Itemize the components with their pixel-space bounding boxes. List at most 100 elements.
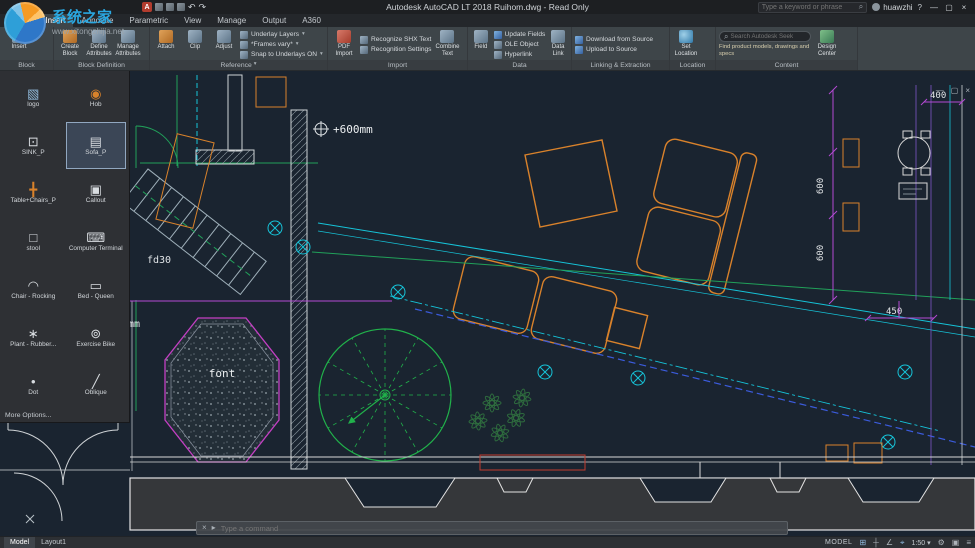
palette-item-stool[interactable]: □ stool (3, 218, 64, 265)
watermark-site-url: www.xitongzhijia.net (52, 26, 125, 36)
field-button[interactable]: Field (471, 29, 491, 60)
annotation-scale[interactable]: 1:50 ▾ (912, 539, 931, 547)
dim-450: 450 (886, 307, 902, 317)
title-bar: A ↶ ↷ Autodesk AutoCAD LT 2018 Ruihom.dw… (0, 0, 975, 14)
panel-label-content[interactable]: Content (716, 60, 857, 70)
palette-more-options[interactable]: More Options... (3, 409, 126, 420)
drawing-minimize-button[interactable]: — (936, 86, 944, 95)
pdf-import-button[interactable]: PDF Import (331, 29, 357, 60)
panel-label-data[interactable]: Data (468, 60, 571, 70)
underlay-layers-button[interactable]: Underlay Layers ▾ (240, 30, 323, 39)
panel-label-reference[interactable]: Reference ▾ (150, 60, 327, 70)
panel-label-import[interactable]: Import (328, 60, 467, 70)
upload-icon (575, 45, 583, 54)
ribbon-tab-view[interactable]: View (176, 14, 209, 27)
signed-in-user[interactable]: huawzhi (872, 3, 913, 12)
palette-item-table-chairs-p[interactable]: ╋ Table+Chairs_P (3, 170, 64, 217)
ribbon-tab-output[interactable]: Output (254, 14, 294, 27)
drawing-restore-button[interactable]: ▢ (951, 86, 959, 95)
underlay-layers-icon (240, 30, 248, 39)
customize-icon[interactable]: ≡ (966, 538, 971, 547)
redo-button[interactable]: ↷ (199, 2, 207, 12)
elevation-marker: +600mm (313, 121, 373, 137)
set-location-button[interactable]: Set Location (673, 29, 699, 60)
palette-item-hob[interactable]: ◉ Hob (66, 74, 127, 121)
quick-access-toolbar: A ↶ ↷ (142, 2, 206, 12)
snap-toggle[interactable]: ┼ (873, 538, 879, 547)
panel-label-linking[interactable]: Linking & Extraction (572, 60, 669, 70)
panel-label-block[interactable]: Block (0, 60, 53, 70)
drawing-canvas[interactable]: +600mm fd30 mm font 600 600 400 450 (0, 71, 975, 536)
app-menu-button[interactable]: A (142, 2, 152, 12)
recognize-shx-button[interactable]: Recognize SHX Text (360, 35, 431, 44)
palette-item-bed-queen[interactable]: ▭ Bed - Queen (66, 266, 127, 313)
data-link-button[interactable]: Data Link (548, 29, 568, 60)
upload-to-source-button[interactable]: Upload to Source (575, 45, 653, 54)
hyperlink-button[interactable]: Hyperlink (493, 50, 546, 59)
clean-screen-icon[interactable]: ▣ (952, 538, 960, 547)
drawing-close-button[interactable]: × (965, 86, 970, 95)
close-button[interactable]: × (957, 1, 971, 13)
recognition-settings-icon (360, 45, 368, 54)
palette-item-sofa-p[interactable]: ▤ Sofa_P (65, 122, 126, 169)
palette-item-exercise-bike[interactable]: ⊚ Exercise Bike (66, 314, 127, 361)
seek-search-input[interactable] (730, 33, 799, 41)
snap-to-underlays-dropdown[interactable]: Snap to Underlays ON ▾ (240, 50, 323, 59)
panel-label-block-definition[interactable]: Block Definition (54, 60, 149, 70)
ribbon-tab-a360[interactable]: A360 (294, 14, 329, 27)
open-icon[interactable] (155, 3, 163, 11)
recognition-settings-button[interactable]: Recognition Settings (360, 45, 431, 54)
update-fields-button[interactable]: Update Fields (493, 30, 545, 39)
palette-item-computer-terminal[interactable]: ⌨ Computer Terminal (66, 218, 127, 265)
palette-item-callout[interactable]: ▣ Callout (66, 170, 127, 217)
palette-item-logo[interactable]: ▧ logo (3, 74, 64, 121)
drawing-area[interactable]: +600mm fd30 mm font 600 600 400 450 — ▢ … (0, 71, 975, 536)
save-icon[interactable] (166, 3, 174, 11)
frames-icon (240, 40, 248, 49)
ole-object-button[interactable]: OLE Object (493, 40, 546, 49)
clip-button[interactable]: Clip (182, 29, 208, 60)
layout1-tab[interactable]: Layout1 (35, 537, 72, 548)
palette-item-plant-rubber[interactable]: ∗ Plant - Rubber... (3, 314, 64, 361)
block-icon: ∗ (27, 326, 39, 342)
download-from-source-button[interactable]: Download from Source (575, 35, 653, 44)
command-prompt-icon: ▸ (211, 523, 216, 532)
palette-item-dot[interactable]: • Dot (3, 362, 64, 409)
command-input[interactable] (220, 523, 782, 533)
settings-icon[interactable]: ⚙ (938, 538, 945, 547)
polar-toggle[interactable]: ∠ (886, 538, 893, 547)
block-icon: ⊡ (27, 134, 39, 150)
attach-button[interactable]: Attach (153, 29, 179, 60)
help-search-input[interactable] (761, 3, 857, 11)
panel-label-location[interactable]: Location (670, 60, 715, 70)
command-close-icon[interactable]: × (202, 524, 207, 532)
palette-item-chair-rocking[interactable]: ◠ Chair - Rocking (3, 266, 64, 313)
design-center-button[interactable]: Design Center (814, 29, 840, 60)
help-icon[interactable]: ? (918, 3, 922, 12)
panel-location: Set Location Location (670, 27, 716, 70)
model-tab[interactable]: Model (4, 536, 36, 548)
dropdown-caret-icon: ▾ (295, 40, 299, 47)
adjust-button[interactable]: Adjust (211, 29, 237, 60)
ribbon-tab-manage[interactable]: Manage (209, 14, 254, 27)
search-icon[interactable]: ⌕ (859, 3, 863, 11)
design-center-icon (820, 30, 834, 43)
undo-button[interactable]: ↶ (188, 2, 196, 12)
palette-item-sink-p[interactable]: ⊡ SINK_P (3, 122, 64, 169)
ribbon-tab-bar: Home Insert Annotate Parametric View Man… (0, 14, 975, 27)
maximize-button[interactable]: ▢ (942, 1, 956, 13)
palette-item-oblique[interactable]: ╱ Oblique (66, 362, 127, 409)
ribbon-tab-parametric[interactable]: Parametric (121, 14, 176, 27)
ole-object-icon (493, 40, 502, 49)
frames-dropdown[interactable]: *Frames vary* ▾ (240, 40, 323, 49)
drawing-window-controls: — ▢ × (936, 86, 970, 95)
osnap-toggle[interactable]: ⌖ (900, 538, 905, 547)
hyperlink-icon (493, 50, 502, 59)
font-label: font (209, 367, 236, 380)
model-space-indicator[interactable]: MODEL (825, 539, 852, 546)
minimize-button[interactable]: — (927, 1, 941, 13)
combine-text-button[interactable]: Combine Text (434, 29, 460, 60)
grid-toggle[interactable]: ⊞ (859, 538, 866, 547)
plot-icon[interactable] (177, 3, 185, 11)
window-controls: — ▢ × (927, 1, 971, 13)
